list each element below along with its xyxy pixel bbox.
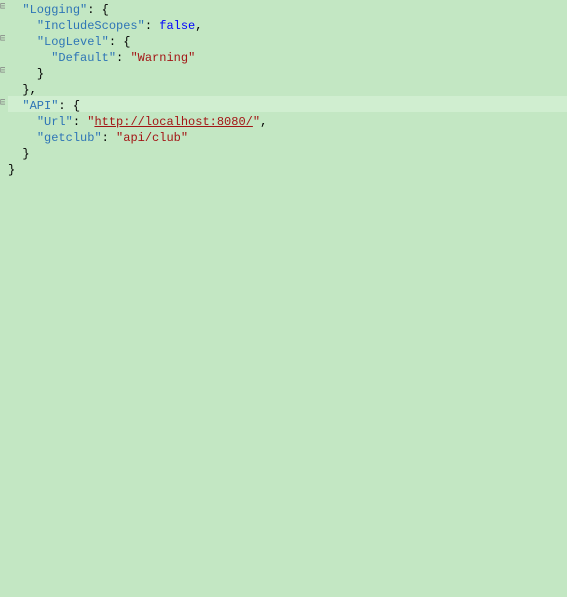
colon: : [102,131,116,145]
colon: : [109,35,123,49]
json-key: IncludeScopes [44,19,138,33]
outline-glyph[interactable]: ⊟ [0,0,5,16]
json-key-quote: " [94,131,101,145]
json-key-quote: " [37,131,44,145]
code-line-current[interactable]: "API": { [8,96,567,112]
outline-gutter: ⊟ ⊟ ⊟ ⊟ [0,0,5,597]
indent [8,19,37,33]
json-key-quote: " [66,115,73,129]
code-line[interactable]: "Logging": { [8,0,567,16]
outline-glyph[interactable]: ⊟ [0,96,5,112]
comma: , [30,83,37,97]
code-line[interactable]: "LogLevel": { [8,32,567,48]
json-key: LogLevel [44,35,102,49]
brace-close: } [22,83,29,97]
code-line[interactable]: } [8,64,567,80]
colon: : [116,51,130,65]
json-key: Url [44,115,66,129]
json-key-quote: " [37,35,44,49]
json-key-quote: " [22,3,29,17]
brace-close: } [37,67,44,81]
code-line[interactable]: } [8,144,567,160]
comma: , [260,115,267,129]
indent [8,147,22,161]
brace-close: } [8,163,15,177]
indent [8,99,22,113]
comma: , [195,19,202,33]
json-key-quote: " [37,19,44,33]
code-line[interactable]: } [8,160,567,176]
json-key-quote: " [22,99,29,113]
outline-glyph[interactable]: ⊟ [0,32,5,48]
code-line[interactable]: "getclub": "api/club" [8,128,567,144]
brace-open: { [73,99,80,113]
brace-open: { [123,35,130,49]
indent [8,51,51,65]
json-key-quote: " [102,35,109,49]
colon: : [145,19,159,33]
indent [8,35,37,49]
code-line[interactable]: }, [8,80,567,96]
indent [8,131,37,145]
code-line[interactable]: "IncludeScopes": false, [8,16,567,32]
colon: : [73,115,87,129]
json-key: getclub [44,131,94,145]
json-string-quote: " [130,51,137,65]
json-bool: false [159,19,195,33]
brace-open: { [102,3,109,17]
colon: : [87,3,101,17]
json-key-quote: " [37,115,44,129]
json-string-quote: " [253,115,260,129]
json-string: api/club [123,131,181,145]
json-key: Logging [30,3,80,17]
json-key: API [30,99,52,113]
outline-glyph[interactable]: ⊟ [0,64,5,80]
json-key: Default [58,51,108,65]
code-line[interactable]: "Default": "Warning" [8,48,567,64]
brace-close: } [22,147,29,161]
indent [8,115,37,129]
indent [8,67,37,81]
json-string-quote: " [181,131,188,145]
code-editor[interactable]: ⊟ ⊟ ⊟ ⊟ "Logging": { "IncludeScopes": fa… [0,0,567,597]
json-key-quote: " [138,19,145,33]
indent [8,3,22,17]
url-link[interactable]: http://localhost:8080/ [94,115,252,129]
indent [8,83,22,97]
json-string: Warning [138,51,188,65]
code-area[interactable]: "Logging": { "IncludeScopes": false, "Lo… [8,0,567,176]
code-line[interactable]: "Url": "http://localhost:8080/", [8,112,567,128]
json-string-quote: " [188,51,195,65]
colon: : [58,99,72,113]
json-key-quote: " [109,51,116,65]
